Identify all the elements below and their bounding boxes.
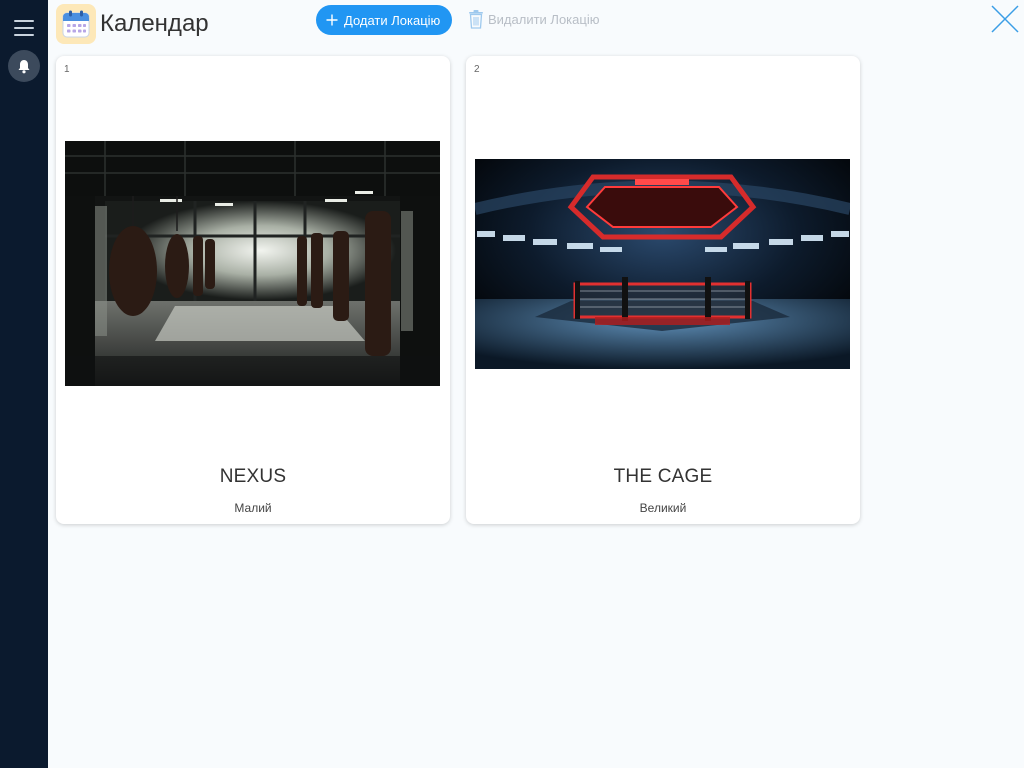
add-location-label: Додати Локацію xyxy=(344,12,441,28)
notifications-button[interactable] xyxy=(8,50,40,82)
plus-icon xyxy=(326,14,338,26)
location-size: Великий xyxy=(639,501,687,515)
close-icon xyxy=(991,5,1019,33)
calendar-app-icon xyxy=(56,4,96,44)
add-location-button[interactable]: Додати Локацію xyxy=(316,5,453,35)
delete-location-label: Видалити Локацію xyxy=(488,11,600,27)
location-size: Малий xyxy=(234,501,272,515)
location-name: NEXUS xyxy=(219,466,287,487)
bell-icon xyxy=(18,59,30,73)
location-card-nexus[interactable]: 1 NEXUS Малий xyxy=(56,56,450,524)
card-index: 2 xyxy=(474,64,480,75)
calendar-icon xyxy=(62,10,90,38)
location-card-the-cage[interactable]: 2 THE CAGE Великий xyxy=(466,56,860,524)
sidebar xyxy=(0,0,48,768)
location-image-gym xyxy=(65,141,440,386)
location-image-arena xyxy=(475,159,850,369)
card-index: 1 xyxy=(64,64,70,75)
trash-icon xyxy=(469,10,483,29)
menu-icon[interactable] xyxy=(14,20,34,36)
page-title: Календар xyxy=(100,10,209,37)
close-button[interactable] xyxy=(990,4,1020,34)
location-name: THE CAGE xyxy=(613,466,713,487)
delete-location-button[interactable]: Видалити Локацію xyxy=(468,8,599,30)
